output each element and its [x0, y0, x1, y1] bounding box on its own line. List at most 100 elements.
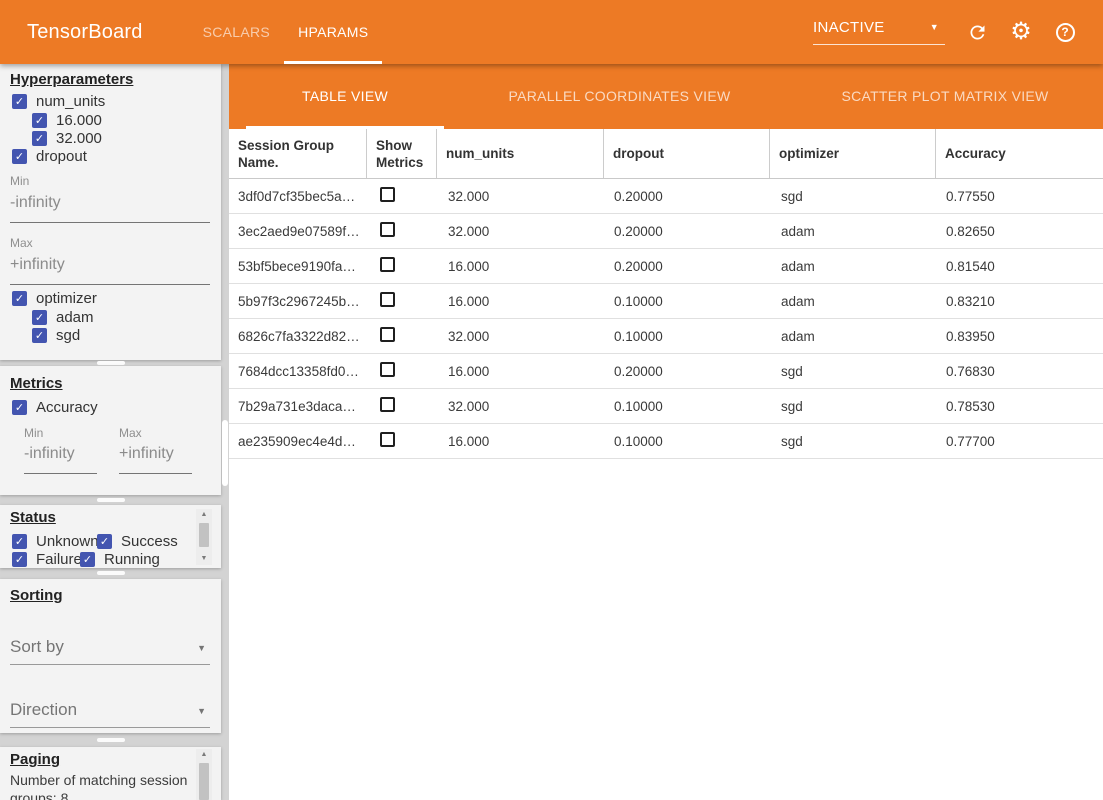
optimizer-cell: sgd — [770, 189, 936, 204]
status-success: ✓ Success — [97, 533, 178, 550]
col-session-group-name: Session Group Name. — [229, 129, 367, 178]
app-header: TensorBoard SCALARS HPARAMS INACTIVE ▼ ⚙… — [0, 0, 1103, 64]
table-row: 5b97f3c2967245b… 16.000 0.10000 adam 0.8… — [229, 284, 1103, 319]
panel-resize-handle[interactable] — [97, 498, 125, 502]
dropout-label: dropout — [36, 148, 87, 165]
status-failure-label: Failure — [36, 551, 82, 568]
metric-accuracy: ✓ Accuracy — [12, 399, 98, 416]
show-metrics-cell — [367, 222, 437, 240]
sidebar-scrollbar-thumb[interactable] — [222, 420, 228, 486]
show-metrics-cell — [367, 362, 437, 380]
hparam-optimizer: ✓ optimizer — [12, 290, 97, 307]
reload-status-dropdown[interactable]: INACTIVE ▼ — [813, 19, 945, 45]
panel-resize-handle[interactable] — [97, 361, 125, 365]
show-metrics-checkbox[interactable] — [380, 327, 395, 342]
checkbox-dropout[interactable]: ✓ — [12, 149, 27, 164]
refresh-icon[interactable] — [965, 20, 989, 44]
hparams-main: TABLE VIEW PARALLEL COORDINATES VIEW SCA… — [229, 64, 1103, 800]
optimizer-label: optimizer — [36, 290, 97, 307]
dropout-max-label: Max — [10, 236, 33, 250]
scroll-up-icon[interactable]: ▲ — [196, 509, 212, 521]
num-units-label: num_units — [36, 93, 105, 110]
panel-resize-handle[interactable] — [97, 738, 125, 742]
metrics-heading: Metrics — [10, 375, 63, 392]
optimizer-cell: adam — [770, 259, 936, 274]
direction-value: Direction — [10, 700, 77, 719]
session-group-name-cell: 53bf5bece9190fa… — [229, 259, 367, 274]
status-failure: ✓ Failure — [12, 551, 82, 568]
checkbox-status-unknown[interactable]: ✓ — [12, 534, 27, 549]
dropout-cell: 0.20000 — [604, 259, 770, 274]
dropout-cell: 0.20000 — [604, 224, 770, 239]
dropout-min-input[interactable]: -infinity — [10, 194, 210, 223]
plugin-tabs: SCALARS HPARAMS — [189, 0, 383, 64]
scroll-down-icon[interactable]: ▼ — [196, 553, 212, 565]
hyperparameters-heading: Hyperparameters — [10, 71, 133, 88]
col-optimizer: optimizer — [770, 129, 936, 178]
paging-scrollbar[interactable]: ▲ — [196, 749, 212, 800]
dropout-cell: 0.10000 — [604, 399, 770, 414]
optimizer-cell: adam — [770, 329, 936, 344]
matching-session-groups-count: Number of matching session groups: 8 — [10, 771, 192, 800]
hparam-num-units-16: ✓ 16.000 — [32, 112, 102, 129]
hparam-optimizer-adam: ✓ adam — [32, 309, 94, 326]
tab-parallel-coordinates-view[interactable]: PARALLEL COORDINATES VIEW — [466, 64, 773, 129]
checkbox-status-failure[interactable]: ✓ — [12, 552, 27, 567]
show-metrics-checkbox[interactable] — [380, 222, 395, 237]
table-row: 53bf5bece9190fa… 16.000 0.20000 adam 0.8… — [229, 249, 1103, 284]
panel-resize-handle[interactable] — [97, 571, 125, 575]
optimizer-adam-label: adam — [56, 309, 94, 326]
show-metrics-checkbox[interactable] — [380, 362, 395, 377]
status-heading: Status — [10, 509, 56, 526]
checkbox-num-units-16[interactable]: ✓ — [32, 113, 47, 128]
tab-hparams[interactable]: HPARAMS — [284, 0, 382, 64]
accuracy-cell: 0.83950 — [936, 329, 1103, 344]
checkbox-status-running[interactable]: ✓ — [80, 552, 95, 567]
help-question-glyph: ? — [1056, 23, 1075, 42]
sort-by-value: Sort by — [10, 637, 64, 656]
dropout-max-input[interactable]: +infinity — [10, 256, 210, 285]
num-units-cell: 16.000 — [437, 434, 604, 449]
direction-dropdown[interactable]: Direction ▼ — [10, 700, 210, 728]
checkbox-optimizer[interactable]: ✓ — [12, 291, 27, 306]
show-metrics-checkbox[interactable] — [380, 432, 395, 447]
checkbox-optimizer-sgd[interactable]: ✓ — [32, 328, 47, 343]
show-metrics-checkbox[interactable] — [380, 397, 395, 412]
dropout-cell: 0.20000 — [604, 364, 770, 379]
accuracy-label: Accuracy — [36, 399, 98, 416]
checkbox-num-units[interactable]: ✓ — [12, 94, 27, 109]
sort-by-dropdown[interactable]: Sort by ▼ — [10, 637, 210, 665]
show-metrics-cell — [367, 257, 437, 275]
checkbox-optimizer-adam[interactable]: ✓ — [32, 310, 47, 325]
chevron-down-icon: ▼ — [197, 706, 206, 716]
checkbox-num-units-32[interactable]: ✓ — [32, 131, 47, 146]
checkbox-status-success[interactable]: ✓ — [97, 534, 112, 549]
settings-gear-icon[interactable]: ⚙ — [1009, 20, 1033, 44]
accuracy-cell: 0.82650 — [936, 224, 1103, 239]
accuracy-min-input[interactable]: -infinity — [24, 445, 97, 474]
dropout-cell: 0.10000 — [604, 294, 770, 309]
num-units-cell: 32.000 — [437, 224, 604, 239]
scroll-up-icon[interactable]: ▲ — [196, 749, 212, 761]
checkbox-accuracy[interactable]: ✓ — [12, 400, 27, 415]
show-metrics-checkbox[interactable] — [380, 257, 395, 272]
hparam-dropout: ✓ dropout — [12, 148, 87, 165]
tab-scalars[interactable]: SCALARS — [189, 0, 284, 64]
accuracy-max-input[interactable]: +infinity — [119, 445, 192, 474]
status-scrollbar-thumb[interactable] — [199, 523, 209, 547]
status-running-label: Running — [104, 551, 160, 568]
status-unknown: ✓ Unknown — [12, 533, 99, 550]
tab-table-view[interactable]: TABLE VIEW — [246, 64, 444, 129]
dropout-cell: 0.20000 — [604, 189, 770, 204]
show-metrics-cell — [367, 187, 437, 205]
tab-scatter-plot-matrix-view[interactable]: SCATTER PLOT MATRIX VIEW — [797, 64, 1093, 129]
paging-scrollbar-thumb[interactable] — [199, 763, 209, 800]
show-metrics-cell — [367, 327, 437, 345]
show-metrics-checkbox[interactable] — [380, 187, 395, 202]
optimizer-cell: sgd — [770, 364, 936, 379]
show-metrics-checkbox[interactable] — [380, 292, 395, 307]
help-icon[interactable]: ? — [1053, 20, 1077, 44]
col-accuracy: Accuracy — [936, 129, 1103, 178]
status-scrollbar[interactable]: ▲ ▼ — [196, 509, 212, 565]
session-group-name-cell: 3ec2aed9e07589f… — [229, 224, 367, 239]
